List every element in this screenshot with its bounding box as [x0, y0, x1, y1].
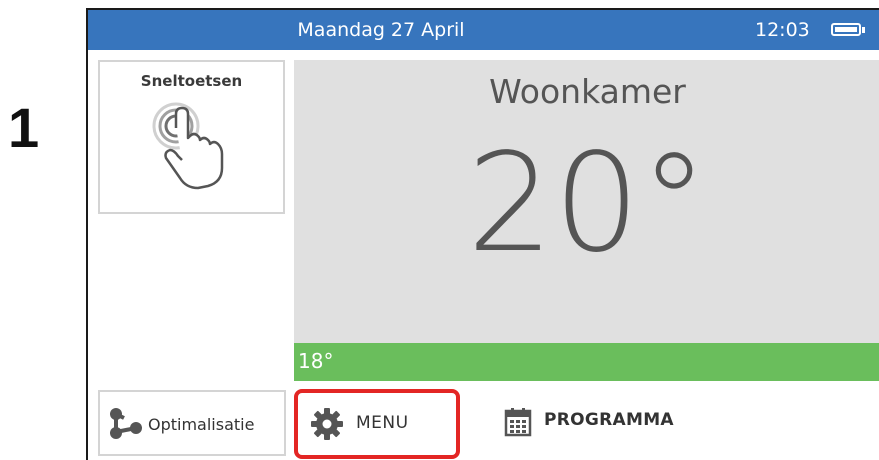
current-temperature: 20° [466, 125, 709, 283]
status-bar: Maandag 27 April 12:03 [88, 10, 879, 50]
setpoint-value: 18° [298, 349, 334, 373]
optimization-label: Optimalisatie [148, 415, 255, 434]
shortcuts-button[interactable]: Sneltoetsen [98, 60, 285, 214]
step-number: 1 [8, 96, 40, 159]
gear-icon [311, 408, 343, 440]
thermostat-screen: Maandag 27 April 12:03 Sneltoetsen Woonk… [86, 8, 879, 460]
touch-hand-icon [152, 102, 224, 190]
optimization-nodes-icon [110, 408, 142, 439]
room-panel[interactable]: Woonkamer 20° [294, 60, 879, 343]
room-name: Woonkamer [489, 72, 686, 111]
program-label: PROGRAMMA [544, 410, 674, 430]
status-time: 12:03 [755, 19, 810, 41]
optimization-button[interactable]: Optimalisatie [98, 390, 286, 456]
menu-label: MENU [356, 413, 409, 433]
setpoint-bar[interactable]: 18° [294, 343, 879, 381]
menu-button[interactable]: MENU [294, 389, 460, 459]
status-date: Maandag 27 April [297, 19, 465, 41]
program-button[interactable]: PROGRAMMA [498, 394, 698, 454]
battery-full-icon [831, 23, 865, 36]
shortcuts-label: Sneltoetsen [140, 72, 243, 90]
calendar-icon [504, 408, 532, 437]
